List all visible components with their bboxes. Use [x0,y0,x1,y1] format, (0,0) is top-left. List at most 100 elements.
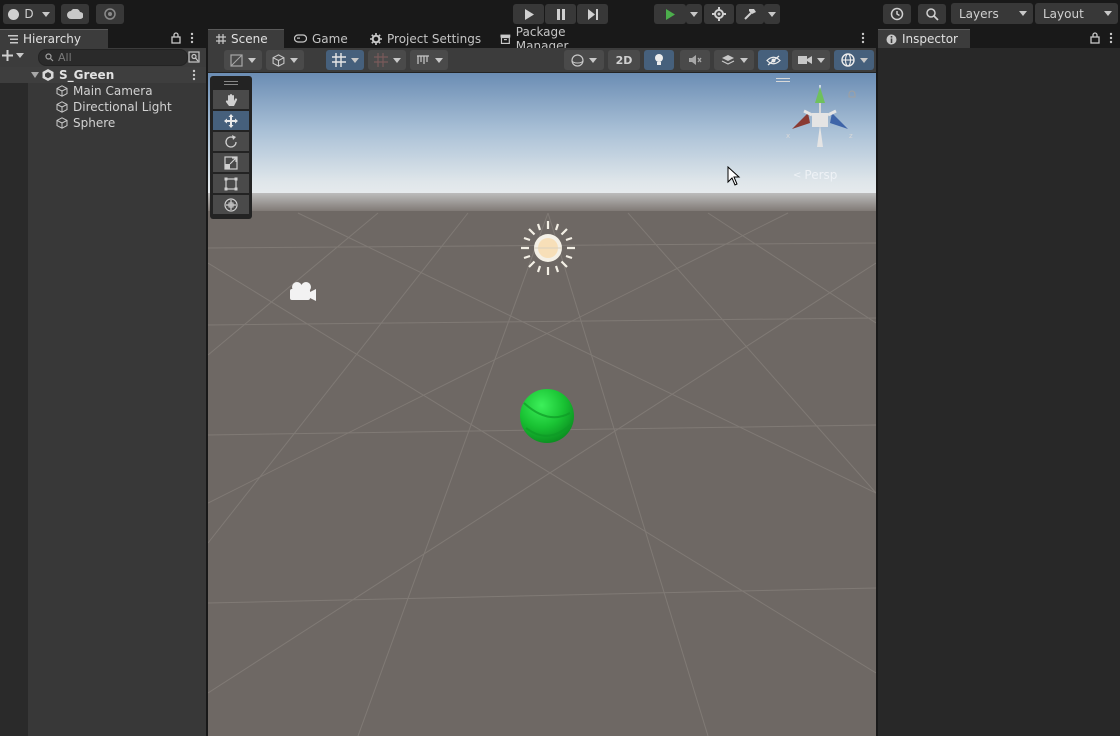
layers-icon [721,55,734,65]
collab-icon [104,8,116,20]
tab-inspector[interactable]: Inspector [878,29,970,48]
tab-scene[interactable]: Scene [208,29,284,48]
build-button[interactable] [736,4,764,24]
hierarchy-item[interactable]: Directional Light [0,99,206,115]
hierarchy-panel: Hierarchy All S_Green Main Camera Direct… [0,29,206,736]
speaker-mute-icon [689,55,702,65]
tab-game-label: Game [312,31,348,46]
layout-dropdown[interactable]: Layout [1035,3,1118,24]
build-dropdown[interactable] [764,4,780,24]
scene-render[interactable] [208,73,876,736]
ruler-icon [416,55,429,64]
tab-project-settings[interactable]: Project Settings [362,29,490,48]
play-mode-button[interactable] [654,4,686,24]
more-menu-icon[interactable] [190,32,194,44]
search-placeholder: All [58,51,72,64]
gizmo-globe-icon [840,53,855,67]
search-button[interactable] [918,4,946,24]
hierarchy-item[interactable]: Sphere [0,115,206,131]
scene-menu-icon[interactable] [192,69,196,81]
play-button[interactable] [513,4,544,24]
drag-handle[interactable] [224,81,238,82]
scene-visibility-toggle[interactable] [758,50,788,70]
lock-icon[interactable] [1090,32,1100,44]
scene-name: S_Green [59,68,115,82]
account-dropdown[interactable]: D [3,4,55,24]
expand-arrow-icon[interactable] [31,71,39,79]
svg-text:x: x [786,132,790,140]
gizmos-dropdown[interactable] [834,50,874,70]
account-label: D [24,7,34,21]
collab-button[interactable] [96,4,124,24]
step-icon [587,8,598,20]
projection-label: Persp [804,168,838,182]
grid-toggle[interactable] [326,50,364,70]
transform-icon [224,197,238,212]
tab-game[interactable]: Game [286,29,356,48]
plus-icon [2,50,13,61]
debug-button[interactable] [704,4,734,24]
play-mode-dropdown[interactable] [686,4,702,24]
hand-tool-button[interactable] [213,90,249,109]
move-arrows-icon [224,113,238,128]
chevron-down-icon [16,53,24,58]
pause-button[interactable] [545,4,576,24]
scene-panel: Scene Game Project Settings Package Mana… [208,25,876,736]
gizmo-drag-handle[interactable] [776,78,790,79]
lock-icon[interactable] [171,32,181,44]
green-sphere [520,389,574,443]
cube-icon [56,85,68,97]
projection-arrow-icon: < [793,169,802,181]
draw-mode-dropdown[interactable] [224,50,262,70]
svg-text:z: z [849,132,853,140]
projection-toggle[interactable]: < Persp [793,168,837,182]
rect-tool-button[interactable] [213,174,249,193]
snap-toggle[interactable] [368,50,406,70]
effects-dropdown[interactable] [714,50,754,70]
more-menu-icon[interactable] [1109,32,1113,44]
toggle-2d-button[interactable]: 2D [608,50,640,70]
gear-icon [370,32,382,45]
increment-snap-dropdown[interactable] [410,50,448,70]
scene-root-row[interactable]: S_Green [0,67,206,83]
tab-hierarchy[interactable]: Hierarchy [0,29,108,48]
move-tool-button[interactable] [213,111,249,130]
tab-project-settings-label: Project Settings [387,31,482,46]
layers-dropdown[interactable]: Layers [951,3,1033,24]
step-button[interactable] [577,4,608,24]
inspector-tab-label: Inspector [902,32,958,46]
view-options-dropdown[interactable] [266,50,304,70]
info-icon [886,34,897,44]
scale-tool-button[interactable] [213,153,249,172]
cube-icon [272,53,285,67]
scene-toolbar: 2D [208,48,876,73]
rotate-icon [225,134,237,148]
search-icon [45,53,54,62]
history-icon [890,7,904,21]
mouse-cursor-icon [727,166,741,186]
rotate-tool-button[interactable] [213,132,249,151]
cloud-button[interactable] [61,4,89,24]
scene-viewport[interactable]: x z < Persp [208,73,876,736]
transform-tool-button[interactable] [213,195,249,214]
create-button[interactable] [2,50,24,61]
unity-scene-icon [42,69,54,81]
history-button[interactable] [883,4,911,24]
hierarchy-item[interactable]: Main Camera [0,83,206,99]
package-icon [500,34,511,44]
search-icon [925,7,939,21]
lighting-toggle[interactable] [644,50,674,70]
hierarchy-search-field[interactable]: All [38,49,188,66]
camera-settings-dropdown[interactable] [792,50,830,70]
hierarchy-toolbar: All [0,48,206,67]
hierarchy-item-label: Sphere [73,116,116,130]
audio-toggle[interactable] [680,50,710,70]
more-menu-icon[interactable] [861,32,865,44]
orientation-gizmo[interactable]: x z [782,81,862,153]
search-options-icon[interactable] [188,51,200,63]
tab-package-manager[interactable]: Package Manager [492,25,628,53]
shading-mode-dropdown[interactable] [564,50,604,70]
hierarchy-list: S_Green Main Camera Directional Light Sp… [0,67,206,736]
hand-icon [225,93,237,106]
sphere-shading-icon [571,53,584,67]
